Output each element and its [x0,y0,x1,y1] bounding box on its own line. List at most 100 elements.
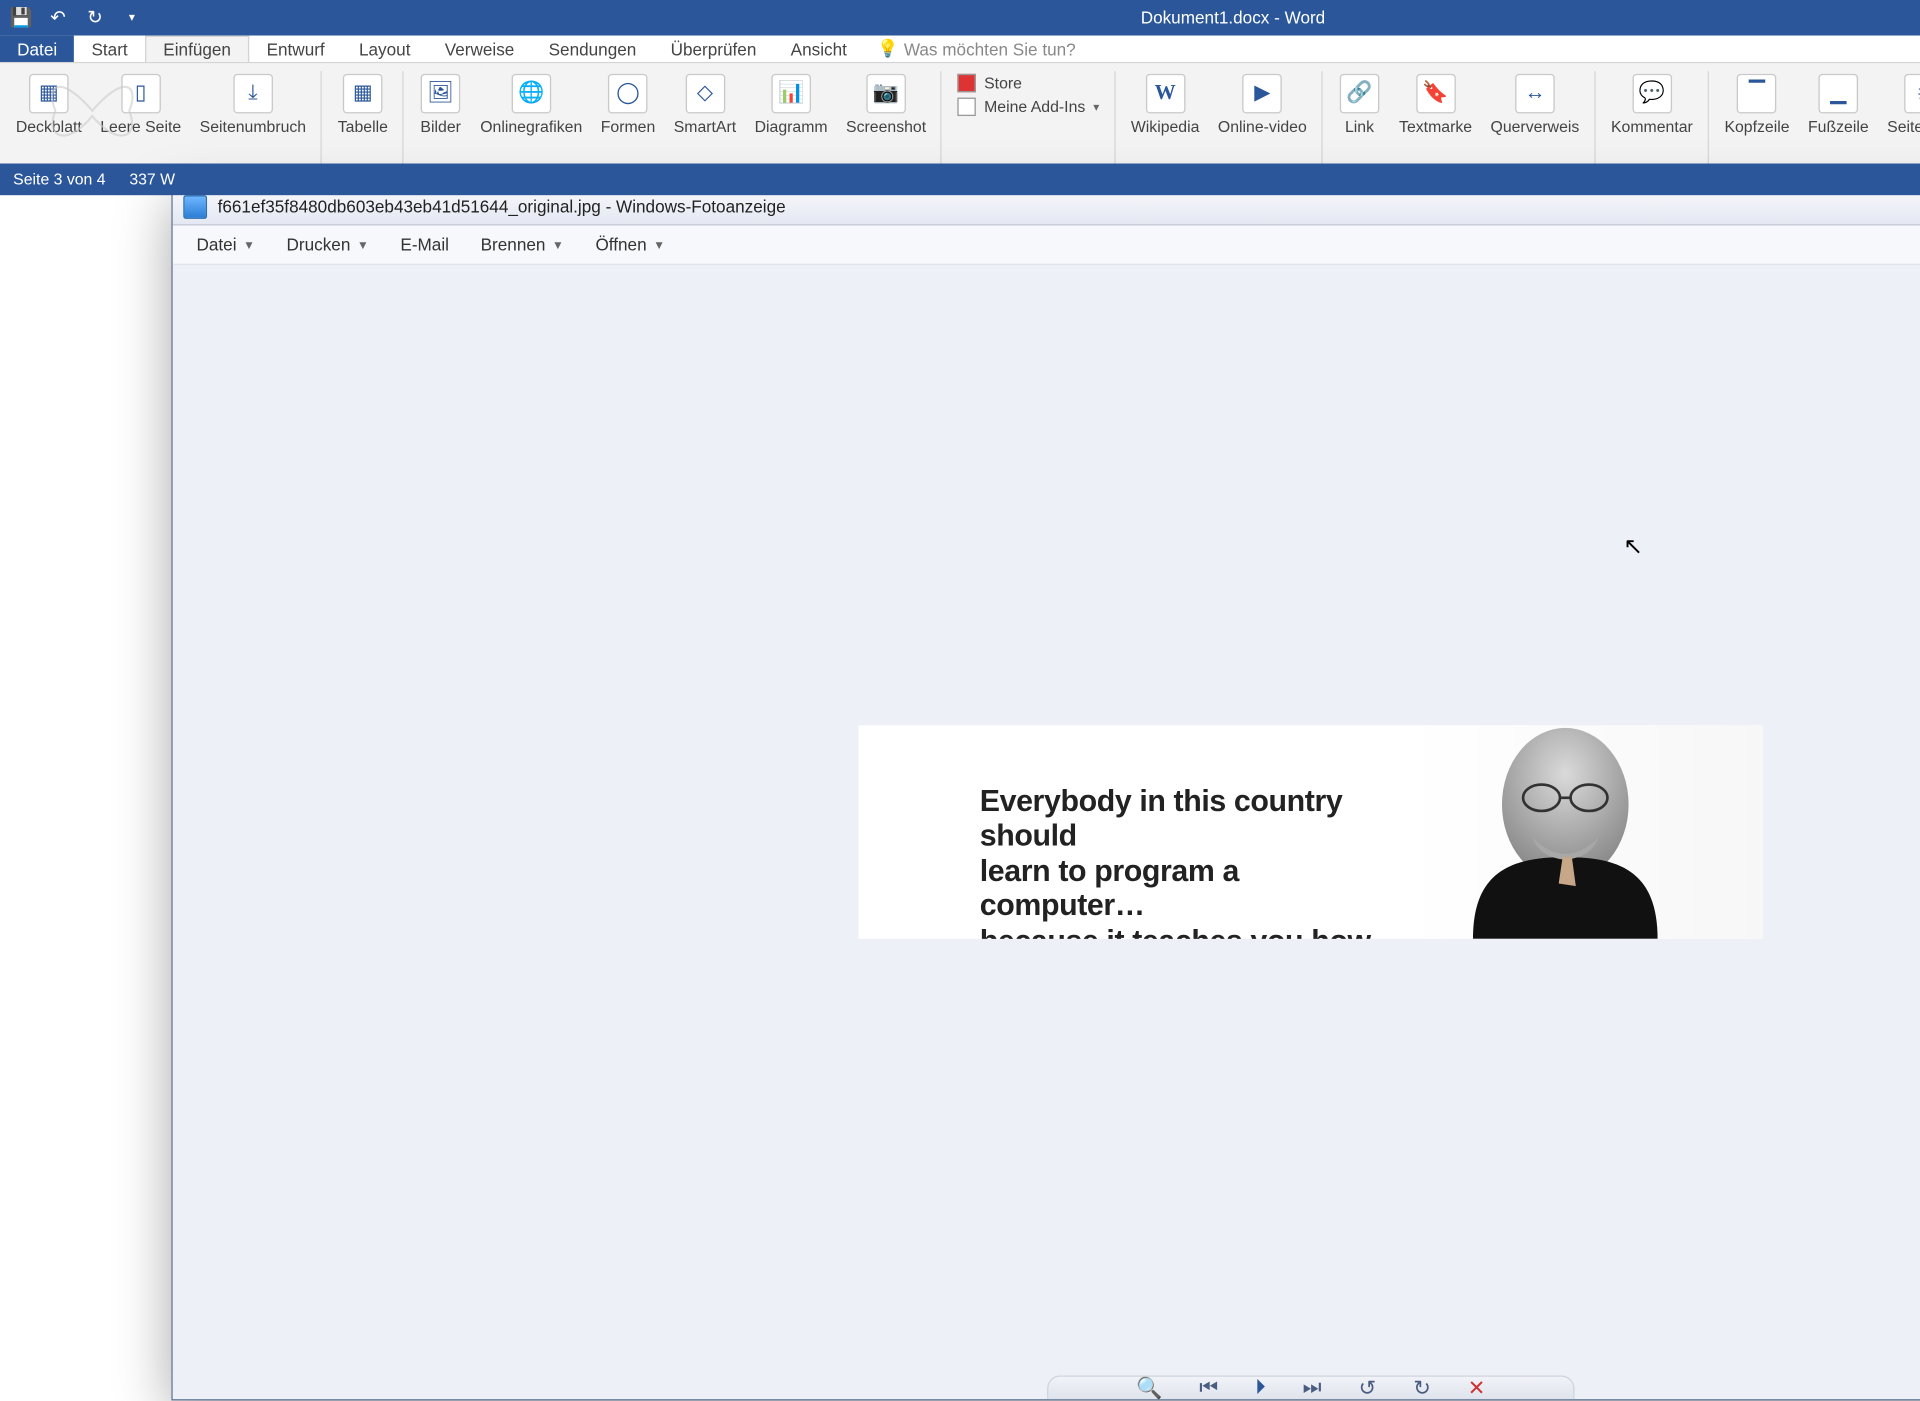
shapes-button[interactable]: ◯ Formen [593,69,663,143]
lightbulb-icon: 💡 [877,38,898,59]
chevron-down-icon: ▾ [1093,100,1099,115]
online-video-button[interactable]: ▶ Online-video [1210,69,1315,143]
pv-menu-open-label: Öffnen [595,235,646,255]
wikipedia-icon: W [1145,74,1185,114]
photo-viewer-title: f661ef35f8480db603eb43eb41d51644_origina… [218,196,1920,216]
tab-review[interactable]: Überprüfen [653,36,773,62]
tab-mailings[interactable]: Sendungen [531,36,653,62]
store-label: Store [984,74,1022,92]
footer-icon: ▁ [1819,74,1859,114]
online-video-icon: ▶ [1243,74,1283,114]
pagenum-button[interactable]: # Seitenzahl [1879,69,1920,143]
shapes-label: Formen [601,119,656,137]
chevron-down-icon: ▼ [552,238,564,251]
screenshot-icon: 📷 [866,74,906,114]
screenshot-button[interactable]: 📷 Screenshot [838,69,934,143]
table-label: Tabelle [338,119,388,137]
pv-menu-email[interactable]: E-Mail [385,229,465,259]
photo-viewer-window: f661ef35f8480db603eb43eb41d51644_origina… [171,187,1920,1400]
word-statusbar: Seite 3 von 4 337 W − + 130% [0,164,1920,196]
tab-insert[interactable]: Einfügen [145,36,250,62]
pictures-icon: 🖼 [421,74,461,114]
photo-viewer-canvas[interactable]: Everybody in this country should learn t… [173,265,1920,1399]
link-icon: 🔗 [1340,74,1380,114]
pv-menu-burn-label: Brennen [481,235,546,255]
smartart-button[interactable]: ◇SmartArt [666,69,744,143]
word-tabs: Datei Start Einfügen Entwurf Layout Verw… [0,36,1920,64]
my-addins-icon [958,98,976,116]
comment-button[interactable]: 💬Kommentar [1603,69,1701,143]
status-page[interactable]: Seite 3 von 4 [13,170,105,188]
my-addins-button[interactable]: Meine Add-Ins ▾ [958,98,1099,116]
shapes-icon: ◯ [608,74,648,114]
chart-icon: 📊 [771,74,811,114]
header-icon: ▔ [1737,74,1777,114]
pagenum-label: Seitenzahl [1887,119,1920,137]
pv-menu-open[interactable]: Öffnen ▼ [580,229,681,259]
pv-menu-burn[interactable]: Brennen ▼ [465,229,580,259]
word-titlebar: 💾 ↶ ↻ ▾ Dokument1.docx - Word ▭ — ☐ ✕ [0,0,1920,36]
table-icon: ▦ [343,74,383,114]
tab-design[interactable]: Entwurf [249,36,341,62]
rotate-right-icon[interactable]: ↻ [1413,1375,1431,1401]
pv-menu-print[interactable]: Drucken▼ [271,229,385,259]
tab-view[interactable]: Ansicht [774,36,865,62]
bookmark-button[interactable]: 🔖 Textmarke [1391,69,1480,143]
photo-viewer-menu: Datei▼ Drucken▼ E-Mail Brennen▼ Öffnen▼ … [173,225,1920,265]
redo-icon[interactable]: ↻ [82,5,108,31]
slideshow-icon[interactable]: ⏵ [1255,1376,1266,1400]
pagenum-icon: # [1904,74,1920,114]
bookmark-icon: 🔖 [1416,74,1456,114]
quote-line: because it teaches you how to think [980,923,1394,939]
quote-line: Everybody in this country should [980,783,1394,853]
store-button[interactable]: Store [958,74,1022,92]
header-button[interactable]: ▔ Kopfzeile [1717,69,1798,143]
chart-label: Diagramm [755,119,828,137]
online-pictures-button[interactable]: 🌐Onlinegrafiken [472,69,590,143]
quote-line: learn to program a computer… [980,853,1394,923]
link-label: Link [1345,119,1374,137]
link-button[interactable]: 🔗 Link [1330,69,1388,143]
table-button[interactable]: ▦ Tabelle [330,69,396,143]
comment-label: Kommentar [1611,119,1693,137]
pv-menu-print-label: Drucken [287,235,351,255]
status-words[interactable]: 337 W [129,170,175,188]
pv-menu-file-label: Datei [196,235,236,255]
save-icon[interactable]: 💾 [8,5,34,31]
prev-icon[interactable]: ⏮ [1199,1376,1218,1400]
online-video-label: Online-video [1218,119,1307,137]
screenshot-label: Screenshot [846,119,926,137]
tell-me[interactable]: 💡 Was möchten Sie tun? [877,36,1075,62]
chevron-down-icon: ▼ [243,238,255,251]
chevron-down-icon: ▼ [653,238,665,251]
page-break-icon: ⤓ [233,74,273,114]
delete-icon[interactable]: ✕ [1468,1375,1486,1401]
crossref-icon: ↔ [1515,74,1555,114]
header-label: Kopfzeile [1724,119,1789,137]
pv-menu-file[interactable]: Datei ▼ [181,229,271,259]
rotate-left-icon[interactable]: ↺ [1359,1375,1377,1401]
portrait-graphic [1407,725,1723,939]
pv-menu-email-label: E-Mail [400,235,449,255]
page-break-button[interactable]: ⤓ Seitenumbruch [192,69,314,143]
page-break-label: Seitenumbruch [200,119,306,137]
undo-icon[interactable]: ↶ [45,5,71,31]
my-addins-label: Meine Add-Ins [984,98,1085,116]
crossref-label: Querverweis [1491,119,1580,137]
footer-label: Fußzeile [1808,119,1869,137]
crossref-button[interactable]: ↔ Querverweis [1483,69,1588,143]
zoom-icon[interactable]: 🔍 [1136,1375,1162,1401]
displayed-image: Everybody in this country should learn t… [858,725,1763,939]
chart-button[interactable]: 📊 Diagramm [747,69,836,143]
next-icon[interactable]: ⏭ [1303,1376,1322,1400]
bookmark-label: Textmarke [1399,119,1472,137]
footer-button[interactable]: ▁ Fußzeile [1800,69,1877,143]
qat-customize-icon[interactable]: ▾ [119,5,145,31]
mouse-cursor-icon: ↖ [1623,533,1643,561]
tab-references[interactable]: Verweise [428,36,532,62]
smartart-icon: ◇ [685,74,725,114]
tab-layout[interactable]: Layout [342,36,428,62]
pictures-button[interactable]: 🖼Bilder [412,69,470,143]
wikipedia-button[interactable]: WWikipedia [1123,69,1207,143]
word-title: Dokument1.docx - Word [145,8,1920,28]
